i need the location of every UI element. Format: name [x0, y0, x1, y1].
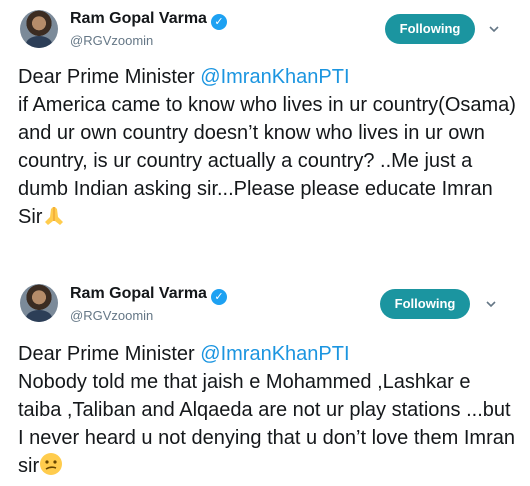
following-button[interactable]: Following	[385, 14, 475, 44]
chevron-down-icon[interactable]	[487, 22, 501, 36]
avatar-shirt	[26, 310, 52, 322]
author-name[interactable]: Ram Gopal Varma ✓	[70, 10, 227, 30]
author-name-text[interactable]: Ram Gopal Varma	[70, 10, 207, 27]
tweet-1: Ram Gopal Varma ✓ @RGVzoomin Following De…	[0, 0, 530, 270]
folded-hands-icon	[42, 203, 66, 227]
tweet-text-lead: Dear Prime Minister	[18, 343, 201, 365]
verified-badge-icon: ✓	[210, 14, 227, 30]
author-name-text[interactable]: Ram Gopal Varma	[70, 285, 207, 302]
tweet-text-lead: Dear Prime Minister	[18, 66, 201, 88]
mention-link[interactable]: @ImranKhanPTI	[200, 66, 349, 88]
following-button[interactable]: Following	[380, 289, 470, 319]
author-name[interactable]: Ram Gopal Varma ✓	[70, 285, 227, 305]
author-handle[interactable]: @RGVzoomin	[70, 308, 153, 323]
avatar[interactable]	[20, 284, 58, 322]
author-handle[interactable]: @RGVzoomin	[70, 33, 153, 48]
tweet-text: Dear Prime Minister @ImranKhanPTI if Ame…	[18, 63, 518, 231]
tweet-text-body: if America came to know who lives in ur …	[18, 94, 516, 228]
avatar-shirt	[26, 36, 52, 48]
tweet-2: Ram Gopal Varma ✓ @RGVzoomin Following De…	[0, 275, 530, 486]
confused-face-icon	[39, 452, 63, 476]
chevron-down-icon[interactable]	[484, 297, 498, 311]
mention-link[interactable]: @ImranKhanPTI	[200, 343, 349, 365]
verified-badge-icon: ✓	[210, 289, 227, 305]
tweet-text-body: Nobody told me that jaish e Mohammed ,La…	[18, 371, 515, 477]
tweet-text: Dear Prime Minister @ImranKhanPTI Nobody…	[18, 340, 518, 480]
avatar[interactable]	[20, 10, 58, 48]
